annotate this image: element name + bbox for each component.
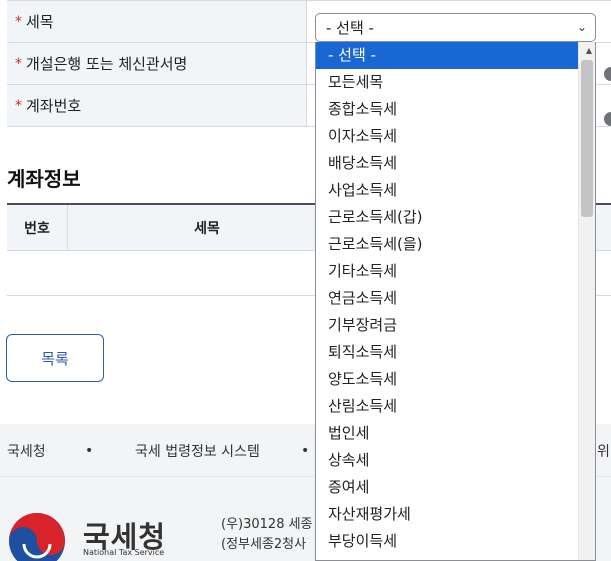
dropdown-option[interactable]: 이자소득세 [316, 123, 595, 150]
required-mark: * [15, 97, 22, 114]
form-label-text: 개설은행 또는 체신관서명 [26, 55, 188, 73]
dropdown-option[interactable]: 기타소득세 [316, 258, 595, 285]
logo-subtext: National Tax Service [83, 548, 165, 557]
radio-button[interactable] [604, 112, 611, 126]
chevron-down-icon: ⌄ [576, 20, 587, 34]
form-label-account: * 계좌번호 [7, 85, 307, 126]
dropdown-option[interactable]: 부당이득세 [316, 528, 595, 555]
column-header-tax: 세목 [194, 220, 220, 237]
scroll-up-arrow-icon[interactable]: ▲ [586, 46, 592, 55]
dropdown-option[interactable]: 종합소득세 [316, 96, 595, 123]
dropdown-option[interactable]: 근로소득세(갑) [316, 204, 595, 231]
form-label-bank: * 개설은행 또는 체신관서명 [7, 43, 307, 84]
dropdown-option[interactable]: 배당소득세 [316, 150, 595, 177]
separator-dot: • [85, 443, 94, 459]
radio-button[interactable] [604, 67, 611, 81]
dropdown-scrollbar[interactable]: ▲ [578, 42, 595, 560]
dropdown-option[interactable]: 모든세목 [316, 69, 595, 96]
dropdown-option[interactable]: 법인세 [316, 420, 595, 447]
select-value: - 선택 - [326, 19, 374, 37]
tax-type-dropdown[interactable]: - 선택 - 모든세목 종합소득세 이자소득세 배당소득세 사업소득세 근로소득… [315, 42, 596, 561]
tax-type-select[interactable]: - 선택 - ⌄ [315, 13, 596, 42]
dropdown-option[interactable]: 산림소득세 [316, 393, 595, 420]
scrollbar-thumb[interactable] [581, 60, 593, 217]
dropdown-option[interactable]: - 선택 - [316, 42, 595, 69]
dropdown-option[interactable]: 증여세 [316, 474, 595, 501]
footer-address: (정부세종2청사 [221, 537, 307, 552]
form-label-text: 계좌번호 [26, 97, 82, 115]
dropdown-option[interactable]: 상속세 [316, 447, 595, 474]
footer-link-partial[interactable]: 위 [597, 441, 610, 461]
dropdown-option[interactable]: 연금소득세 [316, 285, 595, 312]
dropdown-option[interactable]: 양도소득세 [316, 366, 595, 393]
form-label-text: 세목 [26, 13, 54, 31]
footer-link-law-system[interactable]: 국세 법령정보 시스템 [135, 441, 260, 461]
required-mark: * [15, 13, 22, 30]
list-button[interactable]: 목록 [6, 334, 104, 382]
dropdown-option[interactable]: 자산재평가세 [316, 501, 595, 528]
dropdown-option[interactable]: 퇴직소득세 [316, 339, 595, 366]
nts-logo-icon [9, 513, 65, 561]
form-label-tax: * 세목 [7, 1, 307, 42]
footer-address: (우)30128 세종 [221, 517, 313, 532]
separator-dot: • [301, 443, 310, 459]
required-mark: * [15, 55, 22, 72]
dropdown-option[interactable]: 사업소득세 [316, 177, 595, 204]
footer-link-nts[interactable]: 국세청 [7, 441, 46, 461]
dropdown-option[interactable]: 기부장려금 [316, 312, 595, 339]
column-header-number: 번호 [7, 205, 68, 250]
dropdown-option[interactable]: 근로소득세(을) [316, 231, 595, 258]
section-title: 계좌정보 [7, 167, 81, 191]
